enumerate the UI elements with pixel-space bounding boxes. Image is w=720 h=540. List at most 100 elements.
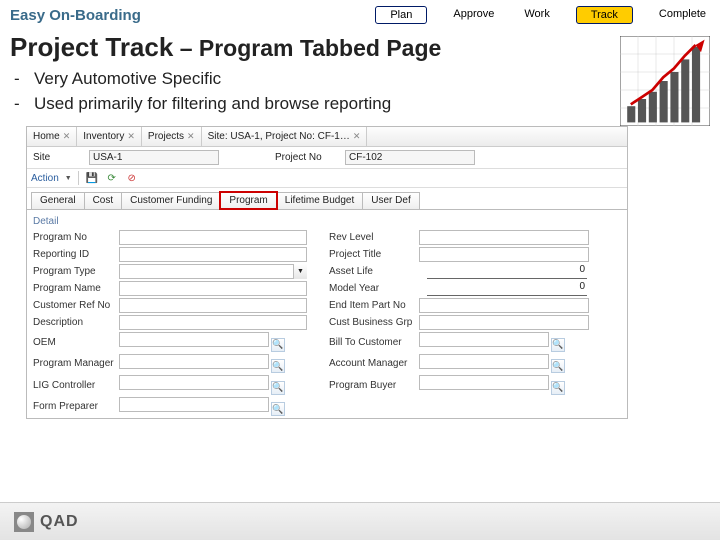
field-label: Program Type: [33, 266, 119, 277]
field-input-wrap: [119, 281, 307, 296]
text-input[interactable]: [119, 247, 307, 262]
text-input[interactable]: [119, 298, 307, 313]
field-input-wrap: [119, 247, 307, 262]
field-label: OEM: [33, 337, 119, 348]
field-input-wrap: 🔍: [419, 354, 589, 374]
app-tab-home[interactable]: Home✕: [27, 127, 77, 146]
field-label: Account Manager: [329, 358, 419, 369]
text-input[interactable]: [419, 247, 589, 262]
subtab-general[interactable]: General: [31, 192, 85, 209]
delete-icon[interactable]: ⊘: [125, 171, 139, 185]
app-tab-inventory[interactable]: Inventory✕: [77, 127, 142, 146]
tab-label: Home: [33, 131, 60, 142]
filter-site-value[interactable]: USA-1: [89, 150, 219, 165]
text-input[interactable]: [419, 375, 549, 390]
app-tab-projects[interactable]: Projects✕: [142, 127, 202, 146]
field-input-wrap: 🔍: [419, 332, 589, 352]
subtab-program[interactable]: Program: [220, 192, 276, 209]
footer: QAD: [0, 502, 720, 540]
text-input[interactable]: [119, 397, 269, 412]
stage-pill-row: Plan Approve Work Track Complete: [375, 6, 710, 24]
field-input-wrap: [119, 230, 307, 245]
filter-proj-value[interactable]: CF-102: [345, 150, 475, 165]
tab-label: Site: USA-1, Project No: CF-1…: [208, 131, 350, 142]
page-title: Project Track – Program Tabbed Page: [10, 32, 441, 63]
refresh-icon[interactable]: ⟳: [105, 171, 119, 185]
field-label: Rev Level: [329, 232, 419, 243]
lookup-icon[interactable]: 🔍: [271, 359, 285, 373]
text-input[interactable]: [119, 375, 269, 390]
field-input-wrap: 0: [419, 264, 589, 279]
bullet-list: Very Automotive Specific Used primarily …: [0, 67, 720, 124]
stage-complete: Complete: [655, 6, 710, 24]
subtab-customer-funding[interactable]: Customer Funding: [121, 192, 221, 209]
field-input-wrap: [119, 315, 307, 330]
lookup-icon[interactable]: 🔍: [271, 402, 285, 416]
field-label: End Item Part No: [329, 300, 419, 311]
text-input[interactable]: [419, 298, 589, 313]
field-input-wrap: 🔍: [119, 397, 307, 417]
stage-work: Work: [520, 6, 553, 24]
text-input[interactable]: [119, 315, 307, 330]
action-menu[interactable]: Action: [31, 173, 59, 184]
field-label: Program Manager: [33, 358, 119, 369]
field-input-wrap: [419, 298, 589, 313]
lookup-icon[interactable]: 🔍: [551, 381, 565, 395]
subtab-user-def[interactable]: User Def: [362, 192, 419, 209]
stage-track[interactable]: Track: [576, 6, 633, 24]
subtab-lifetime-budget[interactable]: Lifetime Budget: [276, 192, 364, 209]
field-label: Form Preparer: [33, 401, 119, 412]
toolbar: Action ▼ 💾 ⟳ ⊘: [27, 169, 627, 188]
text-input[interactable]: [419, 230, 589, 245]
bullet-item: Very Automotive Specific: [34, 67, 710, 92]
stage-approve: Approve: [449, 6, 498, 24]
text-input[interactable]: [119, 332, 269, 347]
chevron-down-icon[interactable]: ▼: [293, 264, 307, 279]
field-label: Program Name: [33, 283, 119, 294]
field-label: Bill To Customer: [329, 337, 419, 348]
text-input[interactable]: [419, 315, 589, 330]
save-icon[interactable]: 💾: [85, 171, 99, 185]
subtab-cost[interactable]: Cost: [84, 192, 123, 209]
close-icon[interactable]: ✕: [187, 131, 195, 142]
stage-plan[interactable]: Plan: [375, 6, 427, 24]
field-input-wrap: [419, 230, 589, 245]
lookup-icon[interactable]: 🔍: [551, 338, 565, 352]
text-input[interactable]: 0: [427, 264, 587, 279]
section-header: Detail: [33, 214, 621, 230]
chevron-down-icon: ▼: [65, 175, 72, 182]
field-label: Reporting ID: [33, 249, 119, 260]
field-label: Cust Business Grp: [329, 317, 419, 328]
filter-proj-label: Project No: [275, 152, 337, 163]
qad-logo-icon: [14, 512, 34, 532]
lookup-icon[interactable]: 🔍: [271, 381, 285, 395]
app-screenshot: Home✕ Inventory✕ Projects✕ Site: USA-1, …: [26, 126, 628, 419]
app-tab-current[interactable]: Site: USA-1, Project No: CF-1…✕: [202, 127, 368, 146]
field-input-wrap: [119, 298, 307, 313]
field-label: Description: [33, 317, 119, 328]
text-input[interactable]: [119, 354, 269, 369]
lookup-icon[interactable]: 🔍: [271, 338, 285, 352]
text-input[interactable]: [119, 230, 307, 245]
field-label: Asset Life: [329, 266, 419, 277]
field-input-wrap: 🔍: [119, 354, 307, 374]
field-label: Program No: [33, 232, 119, 243]
text-input[interactable]: [119, 264, 307, 279]
text-input[interactable]: [119, 281, 307, 296]
field-label: Model Year: [329, 283, 419, 294]
close-icon[interactable]: ✕: [127, 131, 135, 142]
text-input[interactable]: [419, 332, 549, 347]
text-input[interactable]: 0: [427, 281, 587, 296]
lookup-icon[interactable]: 🔍: [551, 359, 565, 373]
field-label: Project Title: [329, 249, 419, 260]
field-label: Program Buyer: [329, 380, 419, 391]
filter-row: Site USA-1 Project No CF-102: [27, 147, 627, 169]
field-label: LIG Controller: [33, 380, 119, 391]
field-input-wrap: 🔍: [119, 332, 307, 352]
qad-logo-text: QAD: [40, 513, 79, 531]
close-icon[interactable]: ✕: [63, 131, 71, 142]
close-icon[interactable]: ✕: [353, 131, 361, 142]
breadcrumb: Easy On-Boarding: [10, 7, 141, 24]
field-input-wrap: 🔍: [119, 375, 307, 395]
text-input[interactable]: [419, 354, 549, 369]
